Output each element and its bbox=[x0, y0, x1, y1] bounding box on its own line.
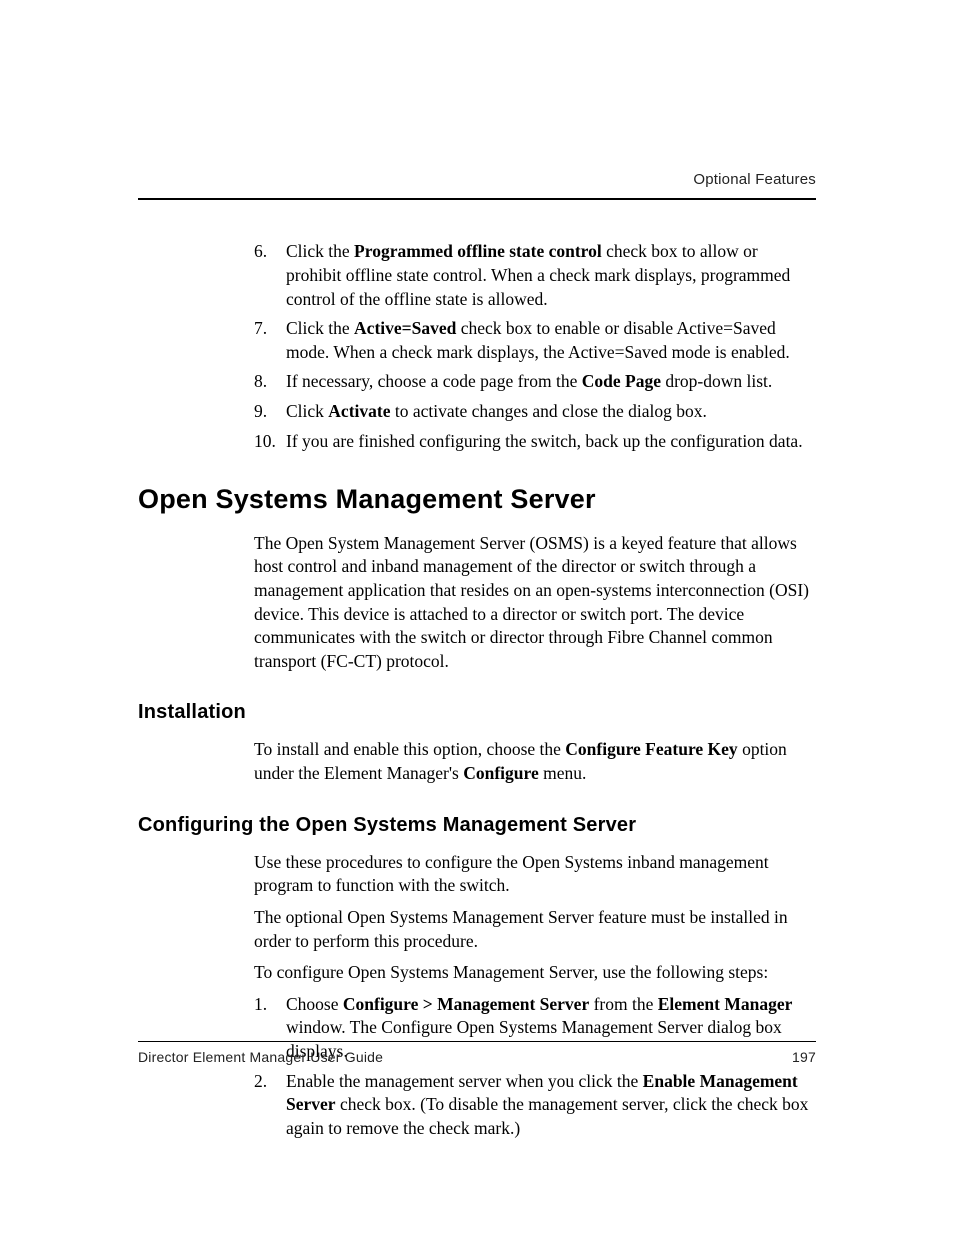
list-number: 1. bbox=[254, 993, 282, 1017]
list-item: 7. Click the Active=Saved check box to e… bbox=[254, 317, 816, 364]
page-number: 197 bbox=[792, 1048, 816, 1067]
sub-heading-configuring: Configuring the Open Systems Management … bbox=[138, 812, 816, 839]
paragraph: The Open System Management Server (OSMS)… bbox=[254, 532, 816, 674]
text: Choose bbox=[286, 994, 343, 1014]
bold-text: Configure > Management Server bbox=[343, 994, 589, 1014]
paragraph: Use these procedures to configure the Op… bbox=[254, 851, 816, 898]
continued-list: 6. Click the Programmed offline state co… bbox=[254, 240, 816, 453]
config-body: Use these procedures to configure the Op… bbox=[254, 851, 816, 1141]
paragraph: To configure Open Systems Management Ser… bbox=[254, 961, 816, 985]
list-number: 8. bbox=[254, 370, 282, 394]
text: If necessary, choose a code page from th… bbox=[286, 371, 582, 391]
text: to activate changes and close the dialog… bbox=[391, 401, 707, 421]
bold-text: Code Page bbox=[582, 371, 661, 391]
bold-text: Configure Feature Key bbox=[565, 739, 737, 759]
list-item: 10. If you are finished configuring the … bbox=[254, 430, 816, 454]
list-number: 10. bbox=[254, 430, 282, 454]
text: Click bbox=[286, 401, 328, 421]
list-number: 2. bbox=[254, 1070, 282, 1094]
bold-text: Programmed offline state control bbox=[354, 241, 602, 261]
bold-text: Activate bbox=[328, 401, 390, 421]
text: If you are finished configuring the swit… bbox=[286, 431, 803, 451]
text: from the bbox=[589, 994, 658, 1014]
bold-text: Active=Saved bbox=[354, 318, 456, 338]
list-item: 9. Click Activate to activate changes an… bbox=[254, 400, 816, 424]
sub-heading-installation: Installation bbox=[138, 699, 816, 726]
header-rule bbox=[138, 198, 816, 200]
procedure-list-a: 6. Click the Programmed offline state co… bbox=[254, 240, 816, 453]
bold-text: Configure bbox=[463, 763, 539, 783]
text: menu. bbox=[539, 763, 587, 783]
list-item: 2. Enable the management server when you… bbox=[254, 1070, 816, 1141]
bold-text: Element Manager bbox=[658, 994, 793, 1014]
paragraph: To install and enable this option, choos… bbox=[254, 738, 816, 785]
footer-row: Director Element Manager User Guide 197 bbox=[138, 1048, 816, 1067]
text: To install and enable this option, choos… bbox=[254, 739, 565, 759]
list-number: 7. bbox=[254, 317, 282, 341]
footer-title: Director Element Manager User Guide bbox=[138, 1048, 383, 1067]
install-body: To install and enable this option, choos… bbox=[254, 738, 816, 785]
text: Click the bbox=[286, 241, 354, 261]
list-number: 9. bbox=[254, 400, 282, 424]
page-footer: Director Element Manager User Guide 197 bbox=[138, 1041, 816, 1067]
text: check box. (To disable the management se… bbox=[286, 1094, 808, 1138]
section-heading-osms: Open Systems Management Server bbox=[138, 481, 816, 517]
list-item: 8. If necessary, choose a code page from… bbox=[254, 370, 816, 394]
list-number: 6. bbox=[254, 240, 282, 264]
text: Click the bbox=[286, 318, 354, 338]
footer-rule bbox=[138, 1041, 816, 1042]
text: drop-down list. bbox=[661, 371, 772, 391]
header-label: Optional Features bbox=[138, 170, 816, 198]
section-intro: The Open System Management Server (OSMS)… bbox=[254, 532, 816, 674]
paragraph: The optional Open Systems Management Ser… bbox=[254, 906, 816, 953]
text: Enable the management server when you cl… bbox=[286, 1071, 643, 1091]
list-item: 6. Click the Programmed offline state co… bbox=[254, 240, 816, 311]
